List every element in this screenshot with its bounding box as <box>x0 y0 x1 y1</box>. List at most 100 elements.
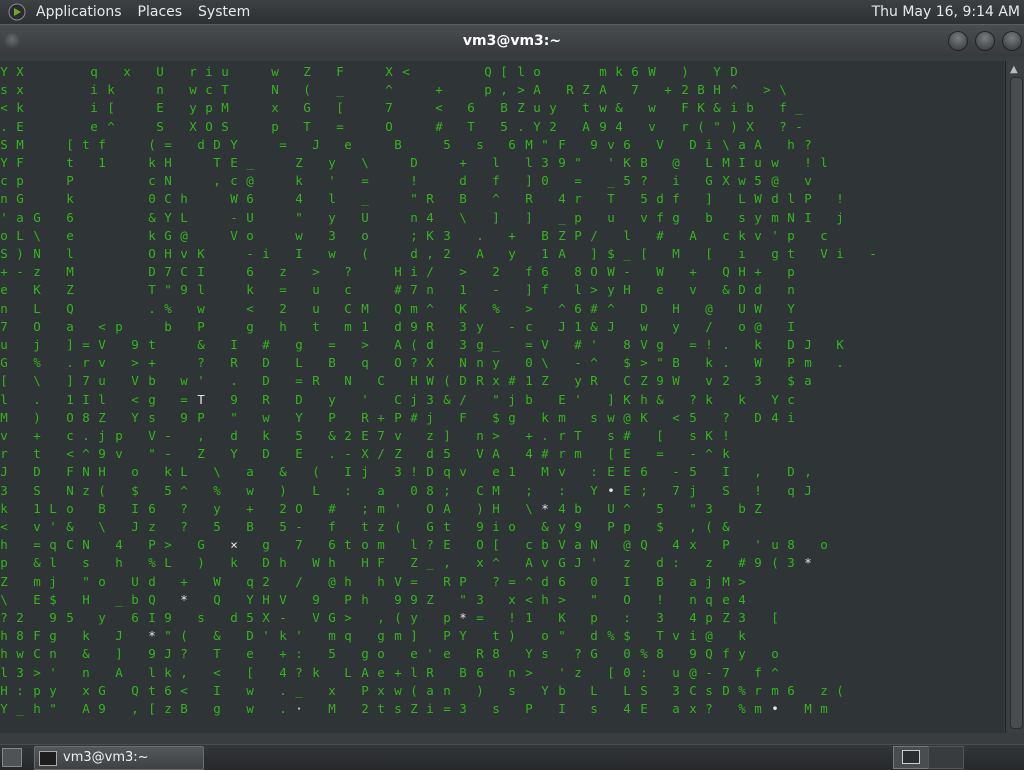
terminal-char: M <box>361 301 369 316</box>
terminal-char: h <box>377 574 385 589</box>
close-button[interactable] <box>1002 31 1022 51</box>
terminal-char: ' <box>771 228 779 243</box>
terminal-char: a <box>66 319 74 334</box>
terminal-char: 9 <box>180 410 188 425</box>
terminal-char: h <box>115 555 123 570</box>
terminal-char: p <box>271 119 279 134</box>
menu-applications[interactable]: Applications <box>28 0 130 24</box>
terminal-char: q <box>49 537 57 552</box>
terminal-char: d <box>590 628 598 643</box>
menu-places[interactable]: Places <box>130 0 191 24</box>
terminal-char: T <box>303 119 311 134</box>
terminal-char: m <box>33 574 41 589</box>
terminal-char: w <box>189 82 197 97</box>
terminal-char: l <box>820 155 828 170</box>
terminal-char: ? <box>492 574 500 589</box>
terminal-char: 2 <box>549 119 557 134</box>
terminal-char: a <box>377 483 385 498</box>
terminal-char: " <box>164 282 172 297</box>
terminal-char: u <box>754 155 762 170</box>
terminal-char: h <box>33 701 41 716</box>
terminal-scrollbar[interactable]: ▲ <box>1005 61 1024 733</box>
terminal-char: " <box>574 155 582 170</box>
terminal-char: n <box>49 646 57 661</box>
terminal-char: $ <box>656 519 664 534</box>
show-desktop-icon[interactable] <box>2 748 22 767</box>
window-title: vm3@vm3:~ <box>462 33 562 49</box>
terminal-char: H <box>164 246 172 261</box>
terminal-char: w <box>295 228 303 243</box>
terminal-char: O <box>33 319 41 334</box>
terminal-char: ) <box>508 628 516 643</box>
terminal-output[interactable]: Y Xq x Ur i u w Z F X < Q[l o m k 6 W) Y Ds x i k n w c T N(_ ^ + p, >… <box>0 61 1004 733</box>
terminal-char: [ <box>705 246 713 261</box>
terminal-char: Q <box>705 646 713 661</box>
terminal-line: k 1 Lo B I 6? y +2 O #; m ' O A) H \ * 4 b U ^ 5 " 3 b Z <box>0 500 1004 518</box>
terminal-char: T <box>574 428 582 443</box>
terminal-char: 4 <box>615 119 623 134</box>
scroll-up-arrow-icon[interactable]: ▲ <box>1010 65 1018 75</box>
terminal-char: A <box>558 246 566 261</box>
taskbar-item-terminal[interactable]: vm3@vm3:~ <box>34 746 204 770</box>
gnome-foot-icon[interactable] <box>8 3 26 21</box>
terminal-char: X <box>189 119 197 134</box>
terminal-char: A <box>115 665 123 680</box>
terminal-char: L <box>623 683 631 698</box>
terminal-char: F <box>558 137 566 152</box>
minimize-button[interactable] <box>948 31 968 51</box>
terminal-char: N <box>82 537 90 552</box>
terminal-char: ( <box>180 628 188 643</box>
terminal-char: 4 <box>771 410 779 425</box>
workspace-switcher-2[interactable] <box>928 746 964 769</box>
terminal-char: ] <box>525 210 533 225</box>
terminal-char: < <box>672 410 680 425</box>
terminal-char: [ <box>66 137 74 152</box>
terminal-char: h <box>0 537 8 552</box>
terminal-char: i <box>730 100 738 115</box>
terminal-char: n <box>689 592 697 607</box>
terminal-char: ^ <box>705 446 713 461</box>
terminal-char: Q <box>640 537 648 552</box>
terminal-char: = <box>574 173 582 188</box>
terminal-char: u <box>312 282 320 297</box>
terminal-char: x <box>492 373 500 388</box>
terminal-char: S <box>156 119 164 134</box>
terminal-char: @ <box>623 410 631 425</box>
window-titlebar[interactable]: vm3@vm3:~ <box>0 24 1024 57</box>
terminal-char: % <box>738 701 746 716</box>
workspace-switcher-1[interactable] <box>893 746 929 769</box>
terminal-char: " <box>492 392 500 407</box>
terminal-char: k <box>0 501 8 516</box>
terminal-char: O <box>426 501 434 516</box>
terminal-char: f <box>492 173 500 188</box>
terminal-char: 6 <box>623 137 631 152</box>
menu-system[interactable]: System <box>190 0 258 24</box>
terminal-line: Y _ h " A 9,[z Bg w. · M 2 t s Zi = 3 s P Is 4 Ea x?% m • Mm <box>0 700 1004 718</box>
maximize-button[interactable] <box>975 31 995 51</box>
terminal-char: l <box>0 392 8 407</box>
terminal-char: _ <box>361 191 369 206</box>
terminal-char: x <box>271 100 279 115</box>
terminal-char: n <box>787 282 795 297</box>
terminal-char: l <box>66 246 74 261</box>
terminal-char: y <box>508 246 516 261</box>
terminal-char: = <box>279 282 287 297</box>
terminal-char: 7 <box>82 373 90 388</box>
terminal-char: k <box>722 446 730 461</box>
terminal-char: ) <box>33 410 41 425</box>
terminal-char: 2 <box>681 82 689 97</box>
terminal-char: o <box>533 64 541 79</box>
terminal-char: z <box>574 665 582 680</box>
terminal-char: k <box>312 665 320 680</box>
terminal-char: 8 <box>787 537 795 552</box>
terminal-char: 2 <box>361 701 369 716</box>
terminal-char: ' <box>590 337 598 352</box>
terminal-char: B <box>500 100 508 115</box>
scrollbar-thumb[interactable] <box>1010 77 1023 729</box>
terminal-char: " <box>295 210 303 225</box>
terminal-char: + <box>246 501 254 516</box>
terminal-char: 9 <box>394 592 402 607</box>
terminal-char: v <box>0 428 8 443</box>
terminal-char: # <box>541 446 549 461</box>
clock[interactable]: Thu May 16, 9:14 AM <box>872 0 1020 24</box>
